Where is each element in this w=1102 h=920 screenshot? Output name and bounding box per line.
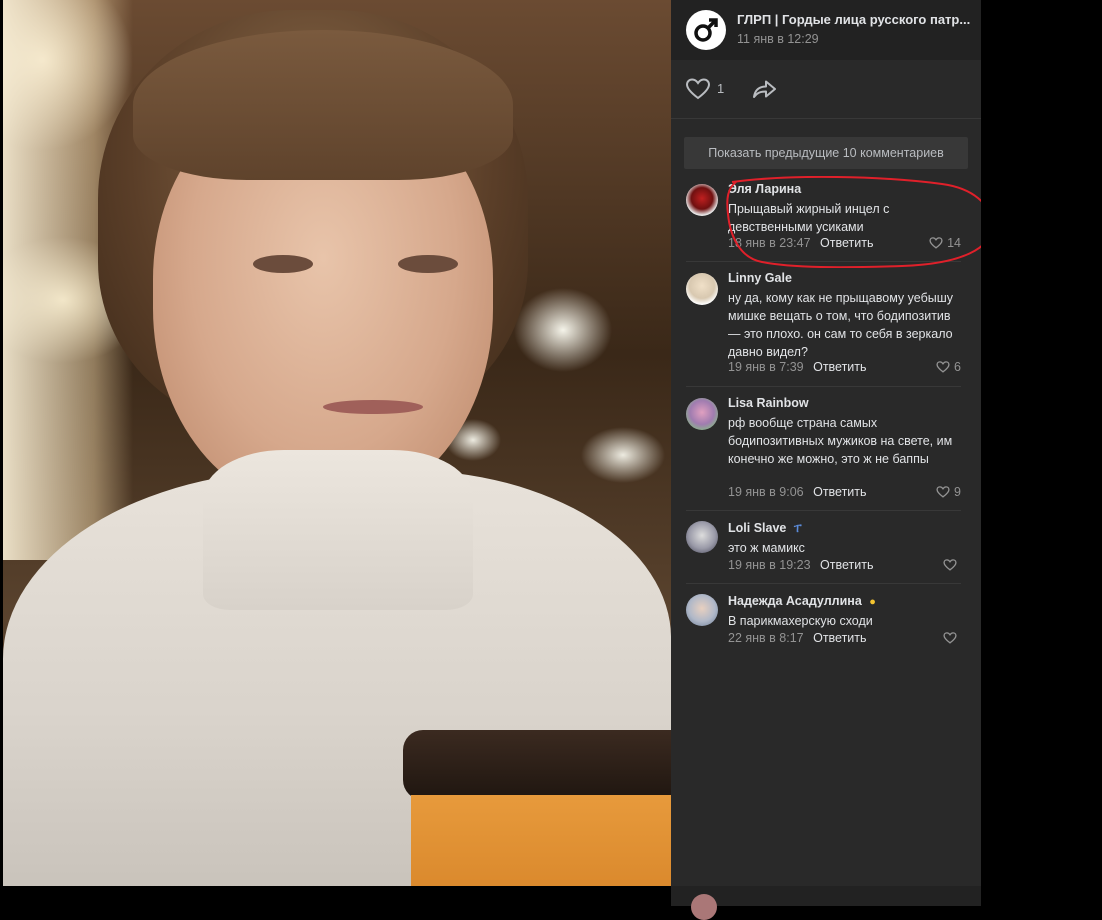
heart-outline-icon: [943, 559, 957, 571]
comment-avatar[interactable]: [686, 184, 718, 216]
comment-meta: 19 янв в 7:39 Ответить: [728, 360, 867, 374]
divider: [686, 386, 961, 387]
comment-avatar[interactable]: [686, 273, 718, 305]
reply-button[interactable]: Ответить: [813, 631, 866, 645]
comment-like-button[interactable]: [943, 632, 961, 644]
current-user-avatar: [691, 894, 717, 920]
comment-date[interactable]: 19 янв в 9:06: [728, 485, 804, 499]
comment-text: ну да, кому как не прыщавому уебышу мишк…: [728, 291, 953, 359]
comment-like-button[interactable]: 6: [936, 360, 961, 374]
divider: [686, 583, 961, 584]
comment-text: это ж мамикс: [728, 541, 805, 555]
post-photo[interactable]: [3, 0, 671, 886]
photo-eye-left: [253, 255, 313, 273]
emoji-badge-icon: ●: [869, 596, 876, 608]
verified-cup-icon: ፐ: [793, 523, 802, 535]
show-previous-comments-button[interactable]: Показать предыдущие 10 комментариев: [684, 137, 968, 169]
comment-author-name[interactable]: Надежда Асадуллина: [728, 594, 862, 608]
group-name-link[interactable]: ГЛРП | Гордые лица русского патр...: [737, 12, 970, 27]
comment-author[interactable]: Lisa Rainbow: [728, 396, 809, 410]
cup-lid: [403, 730, 671, 800]
comment-item: Lisa Rainbow рф вообще страна самых боди…: [671, 396, 981, 506]
divider: [686, 510, 961, 511]
post-header: ГЛРП | Гордые лица русского патр... 11 я…: [671, 0, 981, 60]
photo-turtleneck: [203, 450, 473, 610]
comment-date[interactable]: 19 янв в 19:23: [728, 558, 811, 572]
photo-mouth: [323, 400, 423, 414]
heart-outline-icon: [936, 486, 950, 498]
comment-like-button[interactable]: 9: [936, 485, 961, 499]
comment-text: В парикмахерскую сходи: [728, 614, 873, 628]
comments-sidebar: ГЛРП | Гордые лица русского патр... 11 я…: [671, 0, 981, 906]
post-date[interactable]: 11 янв в 12:29: [737, 32, 819, 46]
photo-eye-right: [398, 255, 458, 273]
comment-meta: 19 янв в 9:06 Ответить: [728, 485, 867, 499]
comment-like-count: 9: [954, 485, 961, 499]
photo-bangs: [133, 30, 513, 180]
reply-button[interactable]: Ответить: [813, 360, 866, 374]
photo-coffee-cup: [403, 720, 671, 886]
comment-author-name[interactable]: Loli Slave: [728, 521, 786, 535]
comment-author: Надежда Асадуллина ●: [728, 594, 876, 608]
cup-body: [411, 795, 671, 886]
post-actions-bar: [671, 60, 981, 119]
page-right-background: [981, 0, 1102, 906]
group-avatar[interactable]: [686, 10, 726, 50]
comment-avatar[interactable]: [686, 521, 718, 553]
comment-item: Надежда Асадуллина ● В парикмахерскую сх…: [671, 594, 981, 654]
comment-meta: 22 янв в 8:17 Ответить: [728, 631, 867, 645]
comment-item: Linny Gale ну да, кому как не прыщавому …: [671, 271, 981, 381]
red-highlight-annotation: [726, 176, 994, 268]
comment-date[interactable]: 22 янв в 8:17: [728, 631, 804, 645]
reply-button[interactable]: Ответить: [820, 558, 873, 572]
comment-like-count: 6: [954, 360, 961, 374]
comment-author: Loli Slave ፐ: [728, 521, 802, 536]
heart-outline-icon: [943, 632, 957, 644]
comment-meta: 19 янв в 19:23 Ответить: [728, 558, 873, 572]
comment-like-button[interactable]: [943, 559, 961, 571]
comment-author[interactable]: Linny Gale: [728, 271, 792, 285]
comment-date[interactable]: 19 янв в 7:39: [728, 360, 804, 374]
comment-avatar[interactable]: [686, 594, 718, 626]
comment-text: рф вообще страна самых бодипозитивных му…: [728, 416, 953, 466]
heart-outline-icon: [936, 361, 950, 373]
male-symbol-icon: [694, 18, 718, 42]
reply-button[interactable]: Ответить: [813, 485, 866, 499]
comment-avatar[interactable]: [686, 398, 718, 430]
comment-item: Loli Slave ፐ это ж мамикс 19 янв в 19:23…: [671, 521, 981, 581]
comment-input-bar[interactable]: [671, 886, 981, 920]
